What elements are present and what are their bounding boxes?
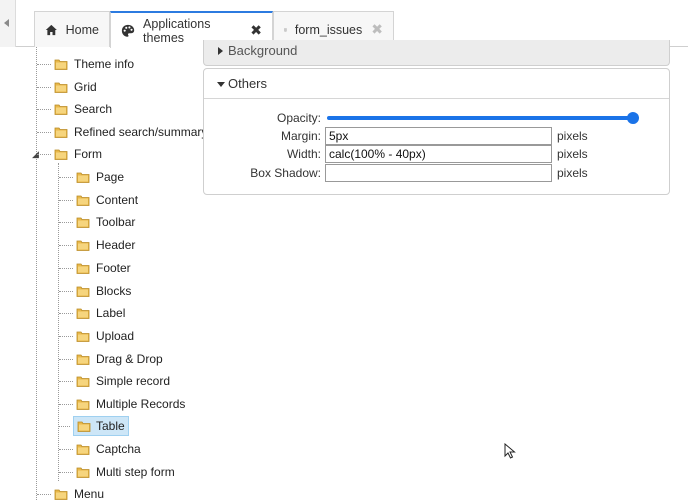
tree-item-refined-search[interactable]: Refined search/summary — [37, 122, 207, 142]
chevron-left-icon — [4, 19, 9, 27]
tree-item-menu[interactable]: Menu — [37, 484, 104, 504]
margin-input[interactable] — [325, 127, 552, 145]
tree-item-label: Table — [96, 419, 125, 433]
folder-icon — [54, 489, 68, 500]
folder-icon — [76, 444, 90, 455]
folder-icon — [76, 376, 90, 387]
box-shadow-input[interactable] — [325, 164, 552, 182]
tree-item-selected: Table — [73, 416, 129, 436]
others-panel-header[interactable]: Others — [204, 69, 669, 99]
tree-item-label: Label — [96, 306, 126, 320]
tree-item-form[interactable]: Form — [37, 144, 102, 164]
tree-item-label: Search — [74, 102, 113, 116]
tab-scroll-left-button[interactable] — [0, 0, 16, 47]
tab-label: form_issues — [294, 22, 363, 37]
tree-item-drag-drop[interactable]: Drag & Drop — [59, 349, 163, 369]
box-shadow-label: Box Shadow: — [250, 166, 321, 180]
home-icon — [45, 24, 57, 35]
folder-icon — [54, 59, 68, 70]
tab-home[interactable]: Home — [34, 11, 110, 47]
tree-item-blocks[interactable]: Blocks — [59, 281, 131, 301]
margin-unit: pixels — [557, 129, 588, 143]
folder-icon — [54, 127, 68, 138]
tree-item-search[interactable]: Search — [37, 99, 112, 119]
opacity-slider-handle[interactable] — [627, 112, 639, 124]
folder-icon — [76, 217, 90, 228]
tree-item-grid[interactable]: Grid — [37, 77, 97, 97]
close-icon[interactable]: ✖ — [371, 21, 383, 38]
tree-item-toolbar[interactable]: Toolbar — [59, 212, 135, 232]
tree-item-multi-step-form[interactable]: Multi step form — [59, 462, 175, 482]
panel-title: Others — [228, 76, 268, 91]
opacity-label: Opacity: — [276, 111, 321, 125]
folder-icon — [54, 104, 68, 115]
tree-item-label: Upload — [96, 329, 135, 343]
width-unit: pixels — [557, 147, 588, 161]
folder-icon — [77, 421, 91, 432]
palette-icon — [121, 24, 135, 37]
folder-icon — [76, 263, 90, 274]
tab-label: Home — [65, 22, 99, 37]
width-input[interactable] — [325, 145, 552, 163]
tree-item-label: Grid — [74, 80, 97, 94]
tree-item-label-node[interactable]: Label — [59, 303, 125, 323]
folder-icon — [76, 286, 90, 297]
tree-item-label: Blocks — [96, 284, 132, 298]
folder-icon — [76, 354, 90, 365]
tree-item-label: Drag & Drop — [96, 352, 163, 366]
folder-icon — [76, 331, 90, 342]
tree-item-label: Menu — [74, 487, 105, 501]
tree-item-label: Page — [96, 170, 125, 184]
tree-item-page[interactable]: Page — [59, 167, 124, 187]
folder-icon — [76, 308, 90, 319]
folder-icon — [76, 399, 90, 410]
tree-item-label: Theme info — [74, 57, 135, 71]
tree-item-header[interactable]: Header — [59, 235, 135, 255]
folder-icon — [76, 240, 90, 251]
panel-title: Background — [228, 43, 298, 58]
tree-item-multiple-records[interactable]: Multiple Records — [59, 394, 185, 414]
caret-right-icon — [218, 47, 223, 55]
mouse-cursor-icon — [504, 443, 516, 459]
tree-item-simple-record[interactable]: Simple record — [59, 371, 170, 391]
tree-item-label: Header — [96, 238, 136, 252]
tree-item-label: Captcha — [96, 442, 141, 456]
theme-tree: Theme info Grid Search Refined search/su… — [0, 47, 207, 501]
tree-item-table[interactable]: Table — [59, 416, 129, 436]
opacity-slider[interactable] — [327, 116, 636, 120]
tree-item-upload[interactable]: Upload — [59, 326, 134, 346]
folder-open-icon — [54, 149, 68, 160]
tree-item-label: Form — [74, 147, 102, 161]
tree-item-label: Refined search/summary — [74, 125, 208, 139]
folder-icon — [76, 172, 90, 183]
background-panel-header[interactable]: Background — [203, 40, 670, 66]
tree-item-footer[interactable]: Footer — [59, 258, 131, 278]
margin-label: Margin: — [280, 129, 321, 143]
folder-icon — [76, 467, 90, 478]
tree-item-label: Toolbar — [96, 215, 136, 229]
tree-item-content[interactable]: Content — [59, 190, 138, 210]
tree-item-label: Multiple Records — [96, 397, 186, 411]
tree-item-label: Content — [96, 193, 139, 207]
tree-item-label: Multi step form — [96, 465, 175, 479]
form-icon — [284, 28, 287, 31]
tree-item-theme-info[interactable]: Theme info — [37, 54, 134, 74]
tree-item-label: Simple record — [96, 374, 171, 388]
close-icon[interactable]: ✖ — [250, 22, 262, 39]
tree-item-captcha[interactable]: Captcha — [59, 439, 141, 459]
folder-icon — [54, 82, 68, 93]
width-label: Width: — [286, 147, 321, 161]
folder-icon — [76, 195, 90, 206]
tree-item-label: Footer — [96, 261, 131, 275]
box-shadow-unit: pixels — [557, 166, 588, 180]
caret-down-icon — [217, 82, 225, 87]
